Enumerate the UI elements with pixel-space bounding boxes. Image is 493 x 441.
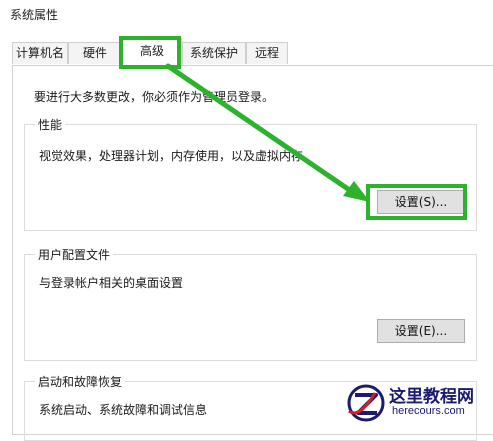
startup-recovery-description: 系统启动、系统故障和调试信息 [39, 403, 208, 417]
user-profiles-group: 用户配置文件 与登录帐户相关的桌面设置 设置(E)... [24, 246, 477, 361]
user-profiles-description: 与登录帐户相关的桌面设置 [39, 276, 184, 290]
site-watermark: 这里教程网 herecours.com [345, 381, 493, 424]
watermark-logo-icon [347, 384, 385, 422]
window-title: 系统属性 [10, 8, 59, 22]
user-profiles-group-title: 用户配置文件 [35, 246, 114, 263]
tab-remote[interactable]: 远程 [246, 42, 288, 64]
performance-group: 性能 视觉效果，处理器计划，内存使用，以及虚拟内存 设置(S)... [24, 116, 477, 231]
tab-system-protection[interactable]: 系统保护 [182, 42, 246, 64]
tab-computer-name[interactable]: 计算机名 [12, 42, 68, 64]
admin-notice: 要进行大多数更改，你必须作为管理员登录。 [34, 90, 275, 104]
tab-strip: 计算机名 硬件 高级 系统保护 远程 [12, 38, 492, 66]
tab-hardware[interactable]: 硬件 [68, 42, 122, 64]
performance-description: 视觉效果，处理器计划，内存使用，以及虚拟内存 [39, 149, 304, 163]
performance-group-title: 性能 [35, 116, 66, 133]
tab-advanced[interactable]: 高级 [122, 38, 182, 66]
user-profiles-settings-button[interactable]: 设置(E)... [377, 319, 465, 343]
watermark-url: herecours.com [392, 405, 465, 417]
watermark-site-name: 这里教程网 [389, 387, 474, 407]
startup-recovery-group-title: 启动和故障恢复 [35, 373, 126, 390]
performance-settings-button[interactable]: 设置(S)... [377, 190, 465, 214]
